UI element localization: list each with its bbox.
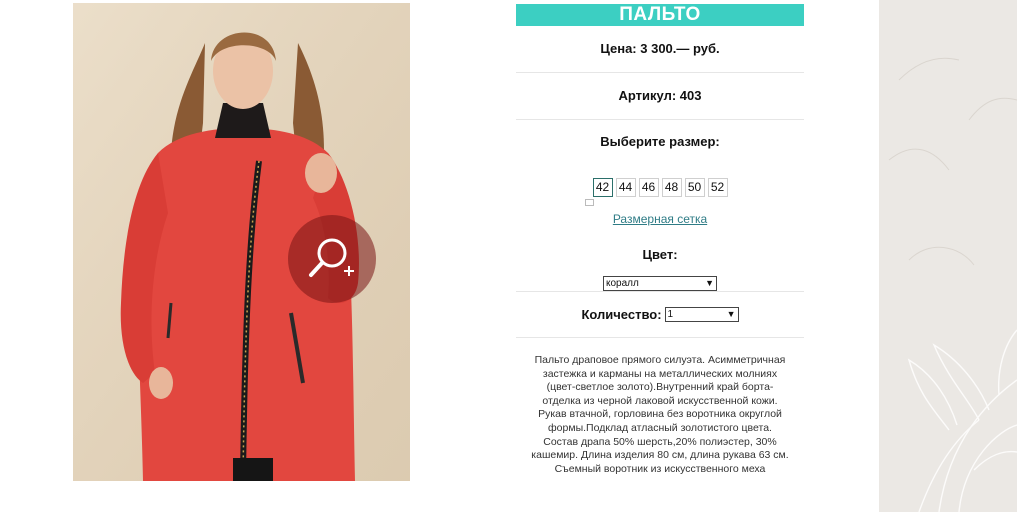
chevron-down-icon: ▼	[705, 278, 714, 288]
chevron-down-icon: ▼	[726, 309, 736, 319]
quantity-select[interactable]: 1 ▼	[664, 307, 739, 322]
quantity-select-value: 1	[667, 309, 674, 320]
product-info: ПАЛЬТО Цена: 3 300.— руб. Артикул: 403 В…	[516, 4, 804, 476]
decorative-side-panel	[879, 0, 1017, 512]
color-select[interactable]: коралл ▼	[603, 276, 717, 291]
product-sku: Артикул: 403	[618, 88, 702, 103]
zoom-in-icon	[309, 238, 354, 277]
product-price: Цена: 3 300.— руб.	[600, 41, 720, 56]
size-option-46[interactable]: 46	[638, 178, 659, 197]
color-select-value: коралл	[606, 278, 639, 289]
size-option-50[interactable]: 50	[684, 178, 705, 197]
size-radio-marker[interactable]	[585, 199, 594, 206]
product-photo[interactable]	[73, 3, 410, 481]
size-option-52[interactable]: 52	[707, 178, 728, 197]
size-selector: 42 44 46 48 50 52	[516, 178, 804, 197]
color-label: Цвет:	[642, 247, 678, 262]
quantity-label: Количество:	[581, 307, 662, 322]
quantity-row: Количество: 1 ▼	[516, 292, 804, 337]
divider	[516, 337, 804, 338]
size-option-44[interactable]: 44	[615, 178, 636, 197]
zoom-button[interactable]	[288, 215, 376, 303]
product-description: Пальто драповое прямого силуэта. Асиммет…	[531, 354, 789, 475]
choose-size-label: Выберите размер:	[600, 134, 720, 149]
size-chart-link[interactable]: Размерная сетка	[516, 212, 804, 226]
floral-decoration	[888, 57, 1017, 512]
size-option-42[interactable]: 42	[592, 178, 613, 197]
product-title: ПАЛЬТО	[516, 4, 804, 26]
size-option-48[interactable]: 48	[661, 178, 682, 197]
